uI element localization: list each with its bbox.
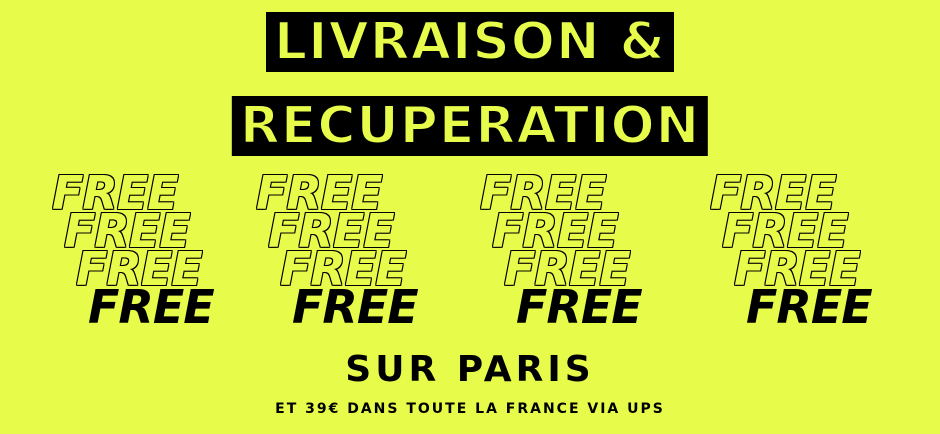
free-stack-4: FREE FREE FREE FREE [710, 170, 910, 335]
title-line-2: RECUPERATION [231, 95, 709, 157]
promo-banner: LIVRAISON & RECUPERATION FREE FREE FREE … [0, 0, 940, 434]
free-stack-2: FREE FREE FREE FREE [256, 170, 456, 335]
caption: ET 39€ DANS TOUTE LA FRANCE VIA UPS [275, 401, 665, 417]
free-solid-text: FREE [292, 280, 419, 334]
free-solid-text: FREE [746, 280, 873, 334]
free-solid-text: FREE [516, 280, 643, 334]
free-stack-1: FREE FREE FREE FREE [52, 170, 252, 335]
free-stack-3: FREE FREE FREE FREE [480, 170, 680, 335]
subtitle: SUR PARIS [345, 349, 595, 390]
free-solid-text: FREE [88, 280, 215, 334]
title-line-1: LIVRAISON & [266, 11, 674, 73]
